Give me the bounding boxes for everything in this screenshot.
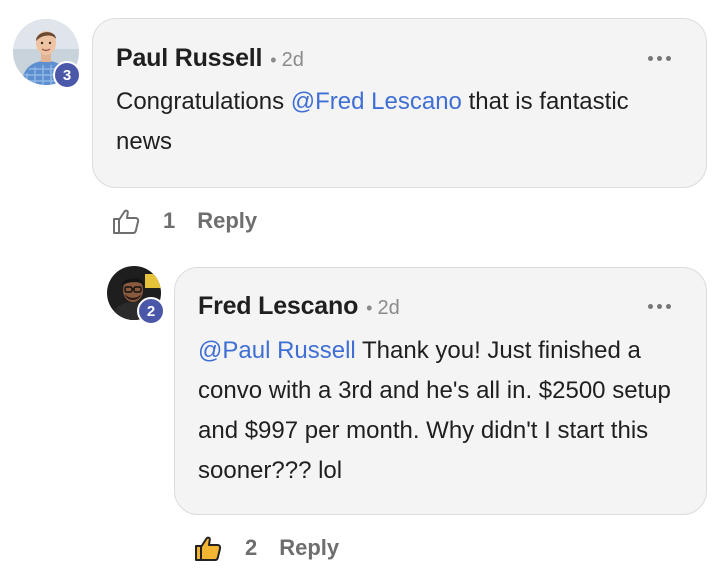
dot bbox=[648, 304, 653, 309]
comment-thread: 3 Paul Russell • 2d Congratulations @Fre… bbox=[0, 0, 720, 581]
comment-actions: 2 Reply bbox=[193, 533, 339, 563]
author-avatar[interactable]: 2 bbox=[107, 266, 165, 325]
reply-button[interactable]: Reply bbox=[279, 535, 339, 561]
mention-link[interactable]: @Paul Russell bbox=[198, 337, 356, 364]
comment-text: @Paul Russell Thank you! Just finished a… bbox=[198, 331, 688, 491]
dot bbox=[666, 304, 671, 309]
like-count: 2 bbox=[245, 535, 258, 560]
level-badge: 2 bbox=[137, 297, 165, 325]
comment-header: Fred Lescano • 2d bbox=[198, 292, 400, 321]
timestamp[interactable]: 2d bbox=[377, 297, 399, 320]
comment-fred-lescano: 2 Fred Lescano • 2d @Paul Russell Thank … bbox=[0, 0, 720, 581]
dot bbox=[657, 304, 662, 309]
thumbs-up-icon[interactable] bbox=[193, 533, 223, 563]
separator-dot: • bbox=[366, 298, 373, 318]
more-horizontal-icon[interactable] bbox=[648, 304, 671, 309]
author-name[interactable]: Fred Lescano bbox=[198, 292, 358, 321]
